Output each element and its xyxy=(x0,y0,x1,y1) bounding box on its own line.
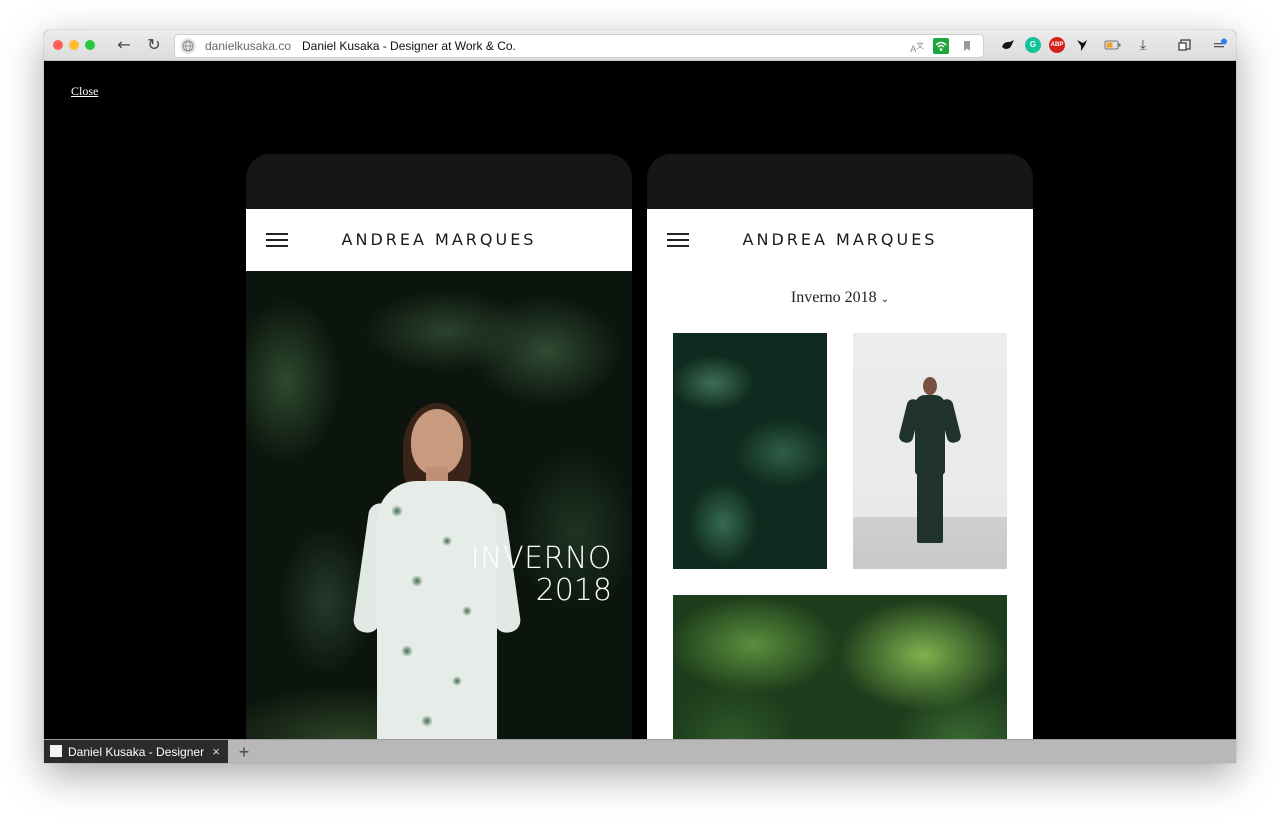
collection-label: Inverno 2018 xyxy=(790,289,877,306)
tab-bar: Daniel Kusaka - Designer at Work & Co. ×… xyxy=(44,739,1236,763)
minimize-window-button[interactable] xyxy=(69,40,79,50)
new-tab-button[interactable]: + xyxy=(234,740,254,763)
page-title: Daniel Kusaka - Designer at Work & Co. xyxy=(302,39,516,53)
hero-image: INVERNO 2018 xyxy=(246,271,632,763)
site-header: ANDREA MARQUES xyxy=(246,209,632,272)
brand-logo[interactable]: ANDREA MARQUES xyxy=(647,230,1033,249)
close-window-button[interactable] xyxy=(53,40,63,50)
hero-year: 2018 xyxy=(535,573,612,608)
site-header: ANDREA MARQUES xyxy=(647,209,1033,272)
menu-icon[interactable] xyxy=(1212,37,1228,53)
translate-icon[interactable]: A文 xyxy=(909,38,925,54)
url-domain: danielkusaka.co xyxy=(205,39,292,53)
bird-extension-icon[interactable] xyxy=(1074,37,1090,53)
model-face xyxy=(411,409,463,475)
collection-selector[interactable]: Inverno 2018 ⌄ xyxy=(647,289,1033,307)
download-icon[interactable]: ⤓ xyxy=(1135,37,1151,53)
wifi-extension-icon[interactable] xyxy=(933,38,949,54)
jumpsuit-photo-tile[interactable] xyxy=(853,333,1007,569)
grammarly-icon[interactable]: G xyxy=(1025,37,1041,53)
model-jumpsuit xyxy=(915,395,945,475)
model-legs xyxy=(917,471,943,543)
model-dress xyxy=(377,481,497,763)
phone-mockup-right: ANDREA MARQUES Inverno 2018 ⌄ xyxy=(647,154,1033,763)
reload-button[interactable]: ↻ xyxy=(144,35,164,55)
back-button[interactable]: ← xyxy=(114,35,134,55)
battery-icon[interactable] xyxy=(1104,37,1121,53)
page-favicon-icon xyxy=(50,745,62,757)
browser-toolbar: ← ↻ danielkusaka.co Daniel Kusaka - Desi… xyxy=(44,30,1236,61)
phone-mockup-left: ANDREA MARQUES INVERNO 2018 xyxy=(246,154,632,763)
bookmark-icon[interactable] xyxy=(959,38,975,54)
dark-extension-icon[interactable] xyxy=(1000,37,1016,53)
close-link[interactable]: Close xyxy=(71,84,98,99)
window-controls xyxy=(53,40,95,50)
zoom-window-button[interactable] xyxy=(85,40,95,50)
adblock-plus-icon[interactable]: ABP xyxy=(1049,37,1065,53)
hero-title: INVERNO xyxy=(470,541,612,576)
reload-icon: ↻ xyxy=(147,35,161,54)
browser-window: ← ↻ danielkusaka.co Daniel Kusaka - Desi… xyxy=(44,30,1236,763)
chevron-down-icon: ⌄ xyxy=(880,294,890,305)
brand-logo[interactable]: ANDREA MARQUES xyxy=(246,230,632,249)
back-arrow-icon: ← xyxy=(117,35,131,54)
tab-close-icon[interactable]: × xyxy=(212,740,220,763)
address-bar[interactable]: danielkusaka.co Daniel Kusaka - Designer… xyxy=(174,34,984,58)
cast-icon[interactable] xyxy=(1177,37,1193,53)
globe-icon xyxy=(180,38,196,54)
collection-page: Inverno 2018 ⌄ xyxy=(647,271,1033,763)
tab-daniel-kusaka[interactable]: Daniel Kusaka - Designer at Work & Co. × xyxy=(44,740,228,763)
tab-title: Daniel Kusaka - Designer at Work & Co. xyxy=(68,745,208,759)
jungle-photo-tile[interactable] xyxy=(673,595,1007,763)
leaves-photo-tile[interactable] xyxy=(673,333,827,569)
model-head xyxy=(923,377,937,395)
